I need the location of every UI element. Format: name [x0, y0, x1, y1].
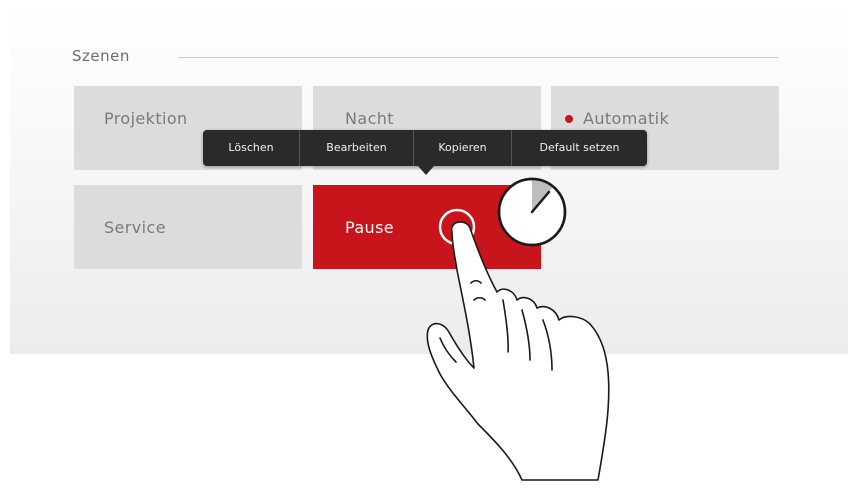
pointing-hand-icon	[426, 221, 610, 481]
gesture-overlay	[426, 177, 610, 481]
timer-icon	[497, 177, 567, 247]
